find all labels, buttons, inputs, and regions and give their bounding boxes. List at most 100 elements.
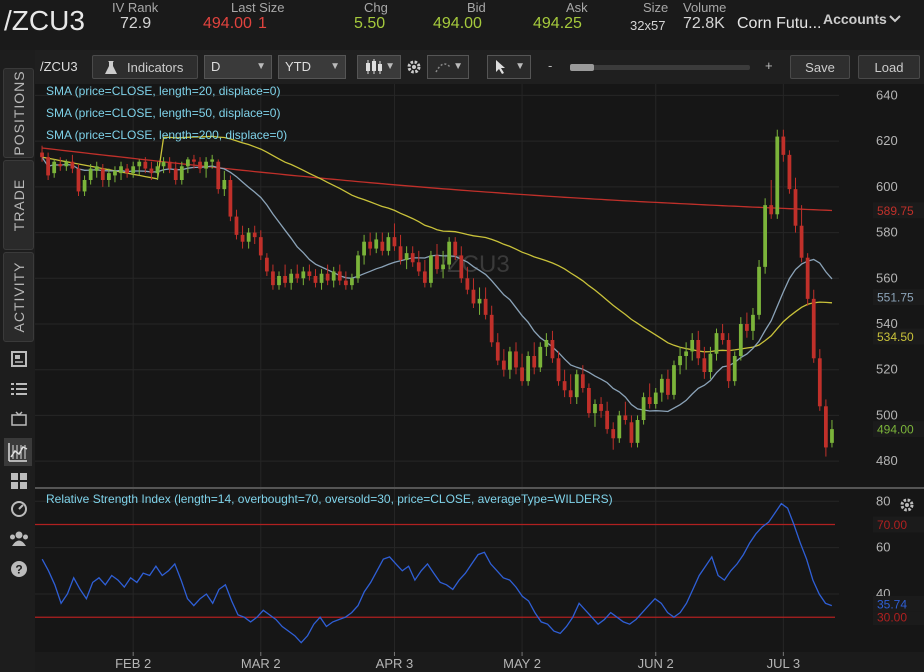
last-price-value: 494.00: [203, 15, 252, 32]
candle: [732, 351, 737, 386]
range-value: YTD: [285, 59, 311, 74]
symbol-title[interactable]: /ZCU3: [4, 5, 85, 37]
left-sidebar: POSITIONS TRADE ACTIVITY ?: [0, 50, 35, 672]
candle-body: [167, 161, 172, 169]
candle-body: [763, 205, 768, 267]
candle-body: [538, 346, 543, 368]
time-axis-label: JUN 2: [638, 656, 674, 671]
candle-body: [587, 388, 591, 414]
volume-label: Volume: [683, 0, 727, 15]
candle-body: [58, 164, 63, 167]
rsi-legend[interactable]: Relative Strength Index (length=14, over…: [46, 492, 613, 506]
candle-body: [416, 262, 421, 272]
candle: [447, 237, 452, 270]
zoom-slider-handle[interactable]: [570, 64, 594, 71]
sma-200-legend[interactable]: SMA (price=CLOSE, length=200, displace=0…: [46, 128, 287, 142]
price-axis-label: 500: [876, 407, 898, 422]
accounts-label: Accounts: [823, 11, 887, 27]
candle-body: [811, 298, 816, 359]
candle-body: [489, 314, 494, 343]
save-button[interactable]: Save: [790, 55, 850, 79]
candle-body: [666, 378, 670, 395]
candle-body: [70, 161, 75, 169]
price-tag: 534.50: [873, 328, 924, 345]
candle-body: [368, 241, 373, 249]
indicators-button[interactable]: Indicators: [92, 55, 198, 79]
price-axis-label: 620: [876, 133, 898, 148]
candle-body: [672, 365, 676, 395]
price-tag-label: 534.50: [877, 330, 914, 344]
size-value: 32x57: [630, 18, 666, 33]
zoom-out-button[interactable]: -: [548, 58, 552, 73]
price-axis: 480500520540560580600620640: [876, 87, 898, 468]
cursor-dropdown[interactable]: ▼: [487, 55, 531, 79]
candle-body: [593, 404, 597, 414]
chart-icon[interactable]: [4, 438, 32, 466]
candle-body: [258, 237, 263, 256]
candle-body: [769, 205, 774, 215]
chart-canvas[interactable]: /ZCU3 480500520540560580600620640 589.75…: [35, 84, 924, 672]
candle-body: [708, 353, 713, 372]
price-axis-label: 520: [876, 362, 898, 377]
dashboard-icon[interactable]: [8, 500, 30, 522]
candle-body: [283, 276, 287, 283]
candle-body: [562, 381, 567, 391]
indicators-label: Indicators: [127, 60, 184, 75]
candle-body: [532, 356, 537, 368]
community-icon[interactable]: [8, 530, 30, 552]
candle-body: [830, 429, 834, 443]
candle-body: [441, 264, 445, 270]
dropdown-arrow-icon: ▼: [330, 61, 340, 72]
candle-body: [106, 173, 111, 180]
sma-50-legend[interactable]: SMA (price=CLOSE, length=50, displace=0): [46, 106, 280, 120]
tv-icon[interactable]: [8, 410, 30, 432]
candle-body: [313, 276, 318, 283]
candle-body: [550, 340, 555, 359]
chg-label: Chg: [364, 0, 388, 15]
candle-body: [64, 161, 69, 167]
candle-body: [119, 166, 123, 174]
gear-icon[interactable]: [406, 59, 422, 80]
candle-body: [374, 239, 379, 249]
range-dropdown[interactable]: YTD ▼: [278, 55, 346, 79]
candle: [805, 253, 810, 306]
aggregation-dropdown[interactable]: D ▼: [204, 55, 272, 79]
candle: [228, 175, 233, 222]
tab-positions[interactable]: POSITIONS: [3, 68, 34, 158]
bid-label: Bid: [467, 0, 486, 15]
dropdown-arrow-icon: ▼: [515, 61, 525, 72]
candle-body: [435, 255, 439, 270]
load-button[interactable]: Load: [858, 55, 920, 79]
bid-value: 494.00: [433, 15, 482, 32]
price-tag: 589.75: [873, 202, 924, 219]
accounts-menu[interactable]: Accounts: [823, 11, 901, 27]
candle-body: [641, 397, 646, 420]
news-icon[interactable]: [8, 350, 30, 372]
candle-body: [787, 154, 792, 190]
chart-type-dropdown[interactable]: ▼: [357, 55, 401, 79]
sma-20-legend[interactable]: SMA (price=CLOSE, length=20, displace=0): [46, 84, 280, 98]
zoom-slider[interactable]: [570, 64, 750, 71]
list-icon[interactable]: [8, 380, 30, 402]
tab-activity[interactable]: ACTIVITY: [3, 252, 34, 342]
price-tag-label: 589.75: [877, 204, 914, 218]
tab-trade[interactable]: TRADE: [3, 160, 34, 250]
time-axis-label: APR 3: [376, 656, 414, 671]
candle-body: [580, 374, 585, 388]
help-icon[interactable]: ?: [8, 560, 30, 582]
grid-icon[interactable]: [8, 472, 30, 494]
candle-body: [422, 271, 427, 283]
candle-body: [204, 161, 208, 169]
candle-body: [234, 216, 239, 235]
drawing-dropdown[interactable]: ▼: [427, 55, 469, 79]
candle-body: [805, 257, 810, 299]
candle-body: [331, 271, 336, 281]
candle-body: [483, 298, 488, 315]
candle-body: [617, 415, 622, 439]
chart-symbol[interactable]: /ZCU3: [40, 59, 78, 74]
candle-body: [179, 166, 184, 180]
candle: [787, 150, 792, 194]
rsi-tag: 70.00: [873, 516, 924, 533]
candle-body: [155, 166, 160, 174]
zoom-in-button[interactable]: +: [765, 58, 773, 73]
